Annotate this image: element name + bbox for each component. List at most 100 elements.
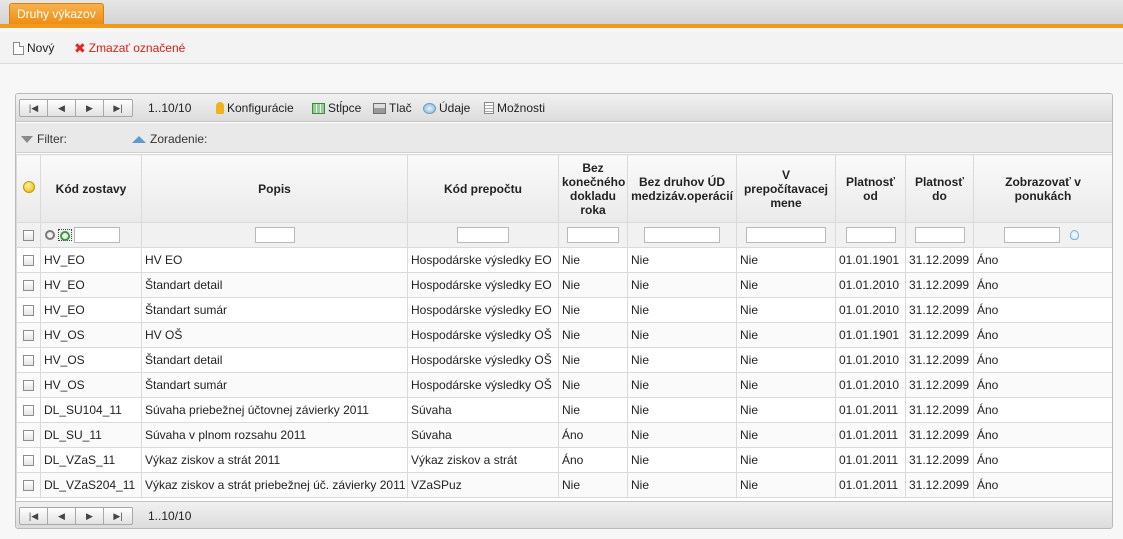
row-checkbox[interactable] (23, 305, 34, 317)
cell-platnost-od: 01.01.2011 (835, 397, 906, 423)
filter-input-zobrazovat[interactable] (1004, 227, 1060, 243)
cell-kod-zostavy: HV_EO (40, 297, 142, 323)
table-row[interactable]: DL_VZaS_11 Výkaz ziskov a strát 2011 Výkaz… (16, 447, 1112, 473)
cell-platnost-do: 31.12.2099 (905, 397, 974, 423)
new-document-icon (13, 41, 24, 55)
last-page-button-bottom[interactable]: ▶| (104, 508, 132, 524)
table-row[interactable]: HV_OS HV OŠ Hospodárske výsledky OŠ Nie Nie N… (16, 322, 1112, 348)
cell-zobrazovat: Áno (973, 397, 1112, 423)
prev-page-button-bottom[interactable]: ◀ (48, 508, 76, 524)
cell-bez-konecneho: Nie (558, 272, 628, 298)
advanced-search-icon[interactable] (58, 229, 72, 241)
next-page-button[interactable]: ▶ (76, 100, 104, 116)
table-row[interactable]: HV_OS Štandart detail Hospodárske výsledky… (16, 347, 1112, 373)
printer-icon (373, 102, 386, 114)
cell-platnost-do: 31.12.2099 (905, 247, 974, 273)
row-checkbox[interactable] (23, 430, 34, 442)
tab-druhy-vykazov[interactable]: Druhy výkazov (9, 3, 104, 24)
cell-platnost-do: 31.12.2099 (905, 272, 974, 298)
search-icon[interactable] (45, 230, 55, 240)
table-row[interactable]: DL_SU104_11 Súvaha priebežnej účtovnej zá… (16, 397, 1112, 423)
cell-platnost-do: 31.12.2099 (905, 297, 974, 323)
prev-page-button[interactable]: ◀ (48, 100, 76, 116)
cell-platnost-do: 31.12.2099 (905, 472, 974, 498)
row-select-cell (16, 447, 41, 473)
col-v-prepocitavacej[interactable]: V prepočítavacej mene (736, 154, 836, 223)
filter-input-prepocitavacej[interactable] (746, 227, 826, 243)
row-checkbox[interactable] (23, 455, 34, 467)
cell-kod-prepoctu: Hospodárske výsledky EO (407, 247, 559, 273)
row-checkbox[interactable] (23, 480, 34, 492)
row-select-cell (16, 297, 41, 323)
filter-input-prepoctu[interactable] (457, 227, 509, 243)
col-kod-prepoctu[interactable]: Kód prepočtu (407, 154, 559, 223)
table-row[interactable]: DL_VZaS204_11 Výkaz ziskov a strát priebe… (16, 472, 1112, 498)
new-button[interactable]: Nový (13, 40, 54, 56)
next-page-button-bottom[interactable]: ▶ (76, 508, 104, 524)
filter-cell-popis (141, 222, 408, 248)
row-select-cell (16, 422, 41, 448)
row-select-cell (16, 372, 41, 398)
filter-toggle[interactable]: Filter: (21, 132, 67, 146)
filter-input-do[interactable] (914, 227, 965, 243)
options-button[interactable]: Možnosti (484, 101, 545, 115)
cell-bez-konecneho: Nie (558, 397, 628, 423)
disk-icon (423, 102, 436, 114)
col-kod-zostavy[interactable]: Kód zostavy (40, 154, 142, 223)
print-button[interactable]: Tlač (373, 101, 412, 115)
cell-platnost-od: 01.01.2010 (835, 272, 906, 298)
cell-kod-prepoctu: Súvaha (407, 397, 559, 423)
table-row[interactable]: HV_EO Štandart sumár Hospodárske výsledky … (16, 297, 1112, 323)
sort-toggle[interactable]: Zoradenie: (132, 132, 207, 146)
filter-input-bez-konecneho[interactable] (567, 227, 619, 243)
first-page-button-bottom[interactable]: |◀ (20, 508, 48, 524)
row-checkbox[interactable] (23, 330, 34, 342)
pager-top: |◀ ◀ ▶ ▶| 1..10/10 Konfigurácie Stĺpce T… (16, 94, 1112, 122)
row-checkbox[interactable] (23, 355, 34, 367)
col-popis[interactable]: Popis (141, 154, 408, 223)
last-page-button[interactable]: ▶| (104, 100, 132, 116)
col-zobrazovat[interactable]: Zobrazovať v ponukách (973, 154, 1112, 223)
table-row[interactable]: HV_EO Štandart detail Hospodárske výsledky… (16, 272, 1112, 298)
row-checkbox[interactable] (23, 255, 34, 267)
table-row[interactable]: HV_OS Štandart sumár Hospodárske výsledky … (16, 372, 1112, 398)
filter-input-bez-druhov[interactable] (644, 227, 720, 243)
config-button[interactable]: Konfigurácie (216, 101, 294, 115)
row-checkbox[interactable] (23, 405, 34, 417)
lightbulb-icon[interactable] (1070, 230, 1079, 240)
filter-input-od[interactable] (845, 227, 896, 243)
select-all-checkbox[interactable] (23, 230, 34, 242)
cell-bez-druhov: Nie (627, 447, 737, 473)
options-icon (484, 102, 494, 114)
cell-kod-zostavy: HV_EO (40, 247, 142, 273)
data-button[interactable]: Údaje (423, 101, 470, 115)
tab-bar: Druhy výkazov (0, 0, 1123, 28)
col-bez-druhov[interactable]: Bez druhov ÚD medzizáv.operácií (627, 154, 737, 223)
first-page-button[interactable]: |◀ (20, 100, 48, 116)
delete-selected-button[interactable]: ✖ Zmazať označené (74, 40, 185, 56)
row-checkbox[interactable] (23, 280, 34, 292)
filter-input-kod[interactable] (74, 227, 120, 243)
cell-platnost-od: 01.01.2010 (835, 347, 906, 373)
table-row[interactable]: HV_EO HV EO Hospodárske výsledky EO Nie Nie N… (16, 247, 1112, 273)
cell-bez-druhov: Nie (627, 372, 737, 398)
columns-button[interactable]: Stĺpce (312, 101, 361, 115)
new-button-label: Nový (27, 41, 55, 55)
cell-kod-prepoctu: Hospodárske výsledky OŠ (407, 372, 559, 398)
cell-zobrazovat: Áno (973, 422, 1112, 448)
pager-nav-bottom: |◀ ◀ ▶ ▶| (19, 507, 133, 525)
row-checkbox[interactable] (23, 380, 34, 392)
table-row[interactable]: DL_SU_11 Súvaha v plnom rozsahu 2011 Súvah… (16, 422, 1112, 448)
filter-input-popis[interactable] (254, 227, 295, 243)
col-bez-konecneho[interactable]: Bez konečného dokladu roka (558, 154, 628, 223)
col-platnost-od[interactable]: Platnosť od (835, 154, 906, 223)
cell-bez-druhov: Nie (627, 472, 737, 498)
delete-button-label: Zmazať označené (88, 41, 186, 55)
sort-triangle-icon (132, 135, 146, 143)
funnel-icon (21, 135, 33, 143)
print-label: Tlač (389, 101, 412, 115)
cell-platnost-do: 31.12.2099 (905, 447, 974, 473)
cell-popis: Štandart detail (141, 347, 408, 373)
hand-icon (216, 102, 224, 114)
col-platnost-do[interactable]: Platnosť do (905, 154, 974, 223)
